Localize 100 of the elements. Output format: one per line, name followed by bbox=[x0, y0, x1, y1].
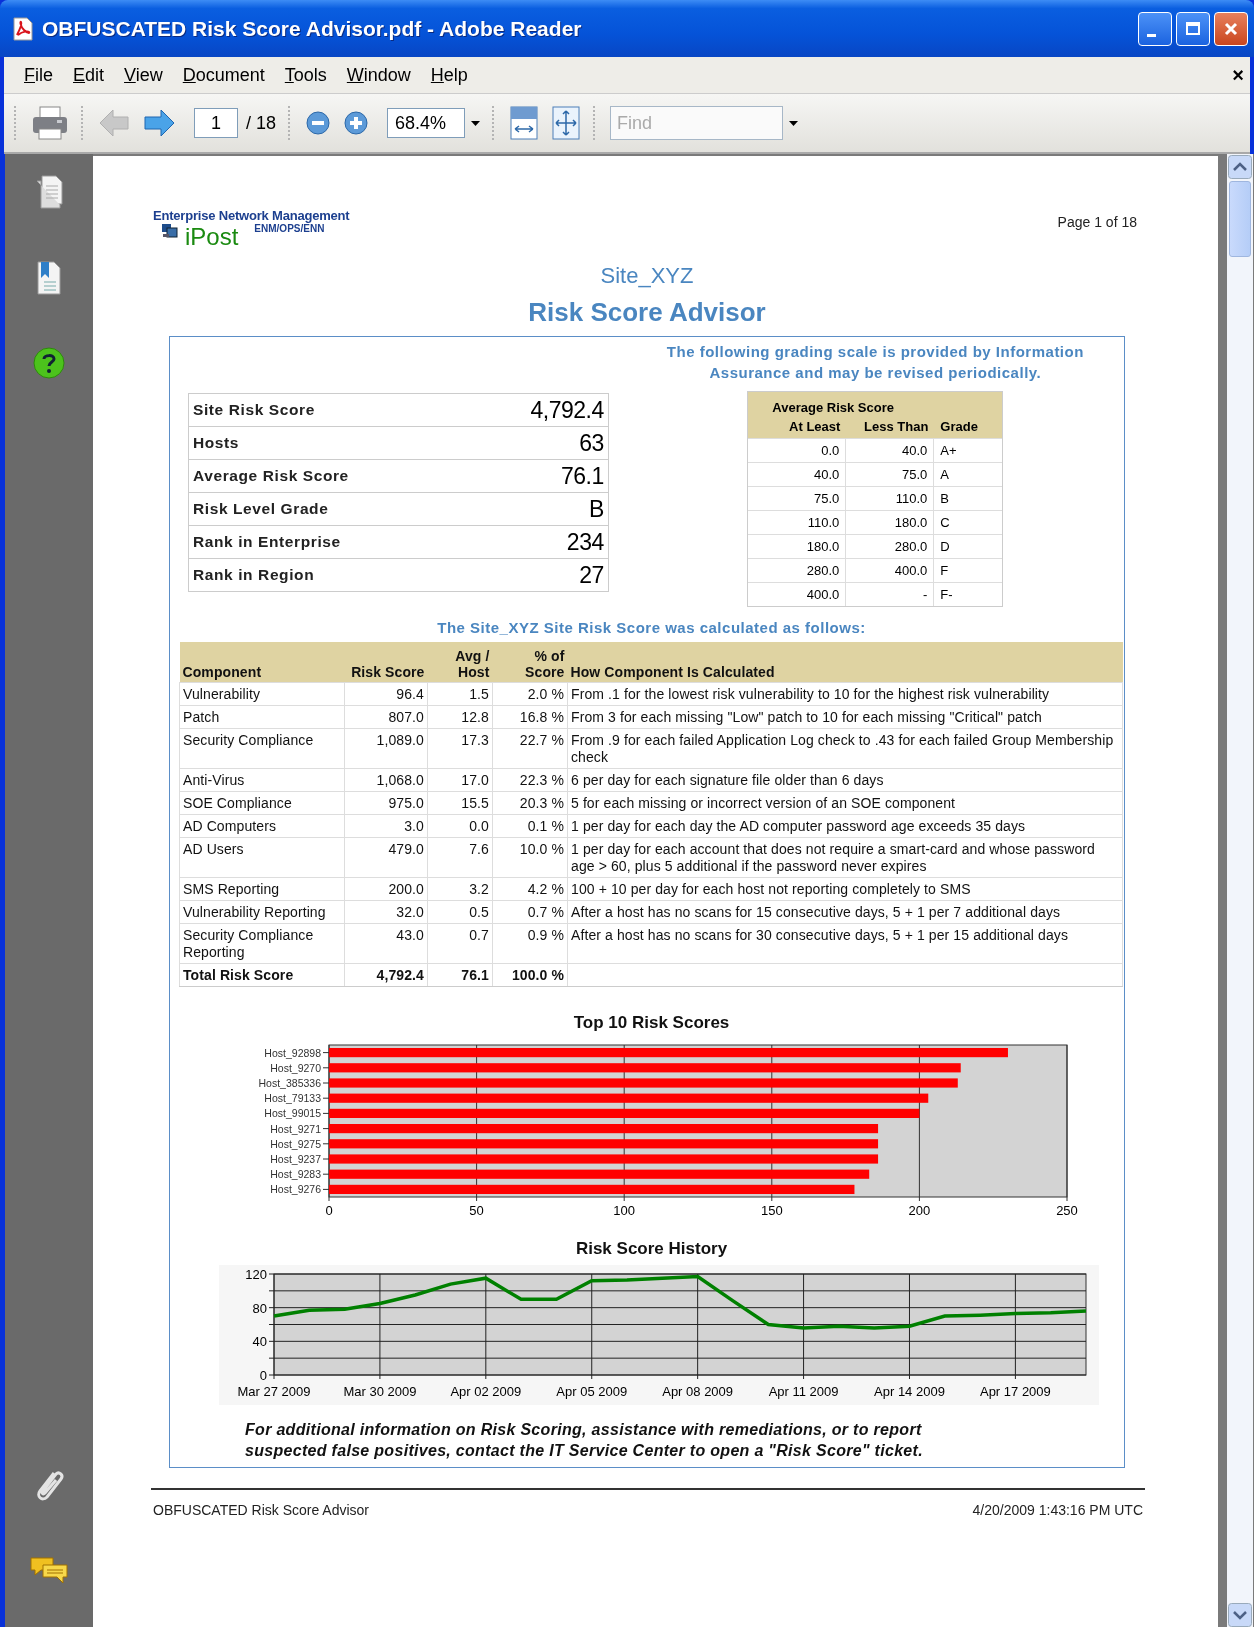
summary-label: Average Risk Score bbox=[193, 467, 349, 485]
section-title: The Site_XYZ Site Risk Score was calculated as follows: bbox=[436, 619, 867, 636]
close-button[interactable] bbox=[1214, 11, 1248, 46]
category-label: Host_79133 bbox=[264, 1092, 321, 1105]
table-cell: 100 + 10 per day for each host not reporting completely to SMS bbox=[567, 877, 1123, 901]
category-label: Host_99015 bbox=[264, 1107, 321, 1120]
table-cell: 0.0 bbox=[427, 814, 493, 838]
table-cell: 1.5 bbox=[427, 682, 493, 706]
summary-label: Hosts bbox=[193, 434, 240, 452]
close-icon bbox=[1223, 20, 1239, 37]
table-cell-text: B bbox=[939, 490, 951, 508]
scroll-up-button[interactable] bbox=[1228, 155, 1252, 179]
menu-item[interactable]: Edit bbox=[63, 64, 115, 86]
menu-item[interactable]: File bbox=[14, 64, 63, 86]
category-label: Host_9237 bbox=[270, 1153, 321, 1165]
help-icon[interactable] bbox=[32, 346, 66, 380]
tick-label: 0 bbox=[259, 1368, 267, 1383]
caret-icon[interactable] bbox=[471, 120, 481, 126]
table-cell: 0.5 bbox=[427, 900, 493, 924]
table-cell: 479.0 bbox=[344, 837, 428, 878]
menu-item[interactable]: Window bbox=[336, 64, 421, 86]
table-cell: 76.1 bbox=[427, 963, 493, 987]
bookmark-icon[interactable] bbox=[34, 260, 64, 296]
table-cell: 32.0 bbox=[344, 900, 428, 924]
menu-item[interactable]: Tools bbox=[274, 64, 337, 86]
caret-icon[interactable] bbox=[789, 120, 799, 126]
table-cell: Security Compliance Reporting bbox=[179, 923, 345, 964]
table-cell: 3.2 bbox=[427, 877, 493, 901]
tick-label: 100 bbox=[613, 1203, 636, 1218]
table-cell: AD Computers bbox=[179, 814, 345, 838]
table-cell: Vulnerability Reporting bbox=[179, 900, 345, 924]
close-document-button[interactable]: × bbox=[1232, 63, 1244, 87]
table-cell: Vulnerability bbox=[179, 682, 345, 706]
summary-value: 27 bbox=[579, 561, 604, 589]
table-cell: 975.0 bbox=[344, 791, 428, 815]
table-cell: Security Compliance bbox=[179, 728, 345, 769]
tick-label: Mar 27 2009 bbox=[237, 1384, 311, 1399]
summary-label: Rank in Region bbox=[193, 566, 315, 584]
tick-label: Apr 14 2009 bbox=[874, 1384, 945, 1399]
chart-title: Risk Score History bbox=[574, 1239, 729, 1259]
table-cell: 180.0 bbox=[846, 511, 935, 534]
summary-label: Rank in Enterprise bbox=[193, 533, 341, 551]
table-cell: 1,068.0 bbox=[344, 768, 428, 792]
table-cell: 15.5 bbox=[427, 791, 493, 815]
report-title: Risk Score Advisor bbox=[527, 297, 767, 328]
tick-label: Apr 11 2009 bbox=[768, 1384, 839, 1399]
tick-label: 40 bbox=[252, 1334, 267, 1350]
table-cell: AD Users bbox=[179, 837, 345, 878]
zoom-field[interactable]: 68.4% bbox=[387, 108, 466, 138]
column-header: Less Than bbox=[863, 419, 930, 434]
scroll-down-button[interactable] bbox=[1228, 1603, 1252, 1627]
table-cell: 75.0 bbox=[748, 487, 847, 510]
menu-item[interactable]: Document bbox=[172, 64, 275, 86]
summary-value: 63 bbox=[579, 429, 604, 457]
table-cell: 1,089.0 bbox=[344, 728, 428, 769]
fit-width-icon[interactable] bbox=[509, 105, 540, 141]
table-cell: 2.0 % bbox=[492, 682, 568, 706]
table-cell: From 3 for each missing "Low" patch to 10 for each missing "Critical" patch bbox=[567, 705, 1123, 729]
table-cell: 20.3 % bbox=[492, 791, 568, 815]
table-cell: 40.0 bbox=[748, 463, 847, 486]
table-cell: 10.0 % bbox=[492, 837, 568, 878]
footer-timestamp: 4/20/2009 1:43:16 PM UTC bbox=[972, 1502, 1143, 1518]
table-cell-text: F- bbox=[939, 586, 954, 604]
vertical-scrollbar[interactable] bbox=[1227, 154, 1253, 1627]
tick-label: 120 bbox=[245, 1267, 267, 1282]
page-number-field[interactable]: 1 bbox=[194, 108, 238, 138]
fit-page-icon[interactable] bbox=[551, 105, 582, 141]
find-field[interactable]: Find bbox=[610, 106, 784, 140]
table-cell: 400.0 bbox=[846, 559, 935, 582]
page-label: Page 1 of 18 bbox=[1057, 214, 1137, 230]
zoom-in-icon[interactable] bbox=[343, 110, 370, 136]
scrollbar-thumb[interactable] bbox=[1229, 181, 1251, 257]
summary-label: Site Risk Score bbox=[193, 401, 315, 419]
tick-label: Apr 02 2009 bbox=[450, 1384, 522, 1399]
table-cell: 6 per day for each signature file older than 6 days bbox=[567, 768, 1123, 792]
zoom-out-icon[interactable] bbox=[305, 110, 332, 136]
menu-item[interactable]: View bbox=[114, 64, 173, 86]
chart-title: Top 10 Risk Scores bbox=[572, 1013, 731, 1033]
printer-icon[interactable] bbox=[31, 105, 69, 141]
table-cell: 110.0 bbox=[846, 487, 935, 510]
column-header: Avg / Host bbox=[427, 642, 493, 683]
table-cell-text: F bbox=[939, 562, 950, 580]
tick-label: 200 bbox=[908, 1203, 931, 1218]
table-cell: 280.0 bbox=[846, 535, 935, 558]
maximize-button[interactable] bbox=[1176, 11, 1210, 46]
table-cell: 0.0 bbox=[748, 439, 847, 462]
table-cell: 0.7 bbox=[427, 923, 493, 964]
table-cell: 100.0 % bbox=[492, 963, 568, 987]
menu-item[interactable]: Help bbox=[420, 64, 478, 86]
category-label: Host_9275 bbox=[270, 1137, 321, 1150]
table-cell: 7.6 bbox=[427, 837, 493, 878]
pages-icon[interactable] bbox=[34, 174, 64, 210]
summary-label: Risk Level Grade bbox=[193, 500, 329, 518]
forward-arrow-icon[interactable] bbox=[142, 108, 176, 138]
minimize-button[interactable] bbox=[1138, 11, 1172, 46]
category-label: Host_9270 bbox=[270, 1061, 321, 1074]
table-cell: 22.3 % bbox=[492, 768, 568, 792]
column-header: % of Score bbox=[492, 642, 568, 683]
page-count: / 18 bbox=[246, 112, 277, 134]
footnote: For additional information on Risk Scoring, assistance with remediations, or to report suspected false positives, contact the IT Service Center to open a "Risk Score" ticket. bbox=[245, 1420, 924, 1461]
